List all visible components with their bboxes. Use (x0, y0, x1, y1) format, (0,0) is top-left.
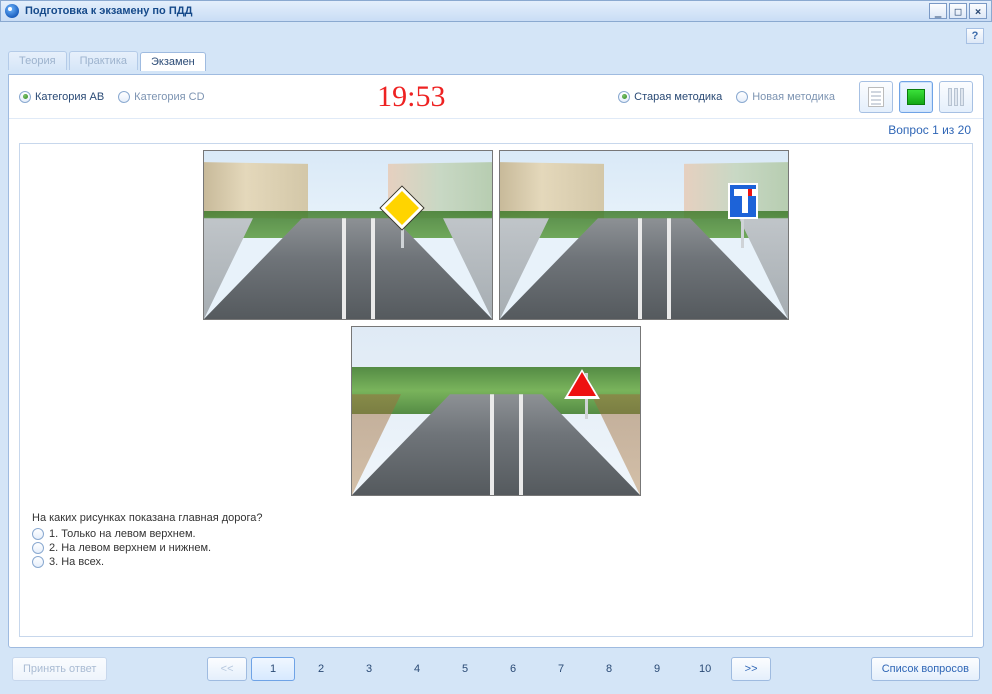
close-button[interactable]: × (969, 3, 987, 19)
view-image-button[interactable] (899, 81, 933, 113)
pager-page-6[interactable]: 6 (491, 657, 535, 681)
exam-timer: 19:53 (377, 80, 445, 114)
radio-label: Старая методика (634, 91, 722, 103)
view-document-button[interactable] (859, 81, 893, 113)
radio-method-old[interactable]: Старая методика (618, 91, 722, 103)
radio-category-cd[interactable]: Категория CD (118, 91, 204, 103)
question-image-1 (203, 150, 493, 320)
pager-page-1[interactable]: 1 (251, 657, 295, 681)
dead-end-sign-icon (728, 183, 758, 219)
pager-page-3[interactable]: 3 (347, 657, 391, 681)
answer-option-3[interactable]: 3. На всех. (32, 556, 962, 568)
pager-page-7[interactable]: 7 (539, 657, 583, 681)
exam-panel: Категория AB Категория CD 19:53 Старая м… (8, 74, 984, 648)
app-icon (5, 4, 19, 18)
answer-option-2[interactable]: 2. На левом верхнем и нижнем. (32, 542, 962, 554)
tab-practice[interactable]: Практика (69, 51, 138, 70)
answers: 1. Только на левом верхнем. 2. На левом … (30, 528, 962, 568)
question-image-2 (499, 150, 789, 320)
radio-dot-icon (118, 91, 130, 103)
green-square-icon (907, 89, 925, 105)
radio-dot-icon (32, 542, 44, 554)
pager-page-8[interactable]: 8 (587, 657, 631, 681)
radio-label: Категория AB (35, 91, 104, 103)
pager-page-2[interactable]: 2 (299, 657, 343, 681)
view-columns-button[interactable] (939, 81, 973, 113)
question-text: На каких рисунках показана главная дорог… (30, 506, 962, 528)
radio-label: Новая методика (752, 91, 835, 103)
question-area: На каких рисунках показана главная дорог… (19, 143, 973, 637)
question-list-button[interactable]: Список вопросов (871, 657, 980, 681)
radio-dot-icon (32, 556, 44, 568)
radio-method-new[interactable]: Новая методика (736, 91, 835, 103)
answer-label: 3. На всех. (49, 556, 104, 568)
document-icon (868, 87, 884, 107)
radio-dot-icon (32, 528, 44, 540)
radio-label: Категория CD (134, 91, 204, 103)
radio-dot-icon (736, 91, 748, 103)
top-controls: Категория AB Категория CD 19:53 Старая м… (9, 75, 983, 119)
tab-exam[interactable]: Экзамен (140, 52, 206, 71)
pager: << 1 2 3 4 5 6 7 8 9 10 >> (115, 657, 862, 681)
intersection-warning-sign-icon (564, 369, 600, 399)
method-group: Старая методика Новая методика (618, 91, 835, 103)
window-title: Подготовка к экзамену по ПДД (25, 5, 929, 17)
pager-page-9[interactable]: 9 (635, 657, 679, 681)
accept-answer-button[interactable]: Принять ответ (12, 657, 107, 681)
minimize-button[interactable]: _ (929, 3, 947, 19)
answer-label: 2. На левом верхнем и нижнем. (49, 542, 211, 554)
question-image-3 (351, 326, 641, 496)
radio-category-ab[interactable]: Категория AB (19, 91, 104, 103)
title-bar: Подготовка к экзамену по ПДД _ □ × (0, 0, 992, 22)
window-body: ? Теория Практика Экзамен Категория AB К… (0, 22, 992, 694)
pager-page-4[interactable]: 4 (395, 657, 439, 681)
view-buttons (859, 81, 973, 113)
bottom-bar: Принять ответ << 1 2 3 4 5 6 7 8 9 10 >>… (8, 652, 984, 686)
pager-page-5[interactable]: 5 (443, 657, 487, 681)
radio-dot-icon (618, 91, 630, 103)
pager-next-button[interactable]: >> (731, 657, 771, 681)
pager-prev-button[interactable]: << (207, 657, 247, 681)
window-buttons: _ □ × (929, 3, 987, 19)
maximize-button[interactable]: □ (949, 3, 967, 19)
columns-icon (948, 88, 964, 106)
question-counter: Вопрос 1 из 20 (9, 119, 983, 139)
tab-theory[interactable]: Теория (8, 51, 67, 70)
question-images (30, 150, 962, 496)
radio-dot-icon (19, 91, 31, 103)
help-button[interactable]: ? (966, 28, 984, 44)
pager-page-10[interactable]: 10 (683, 657, 727, 681)
tabs: Теория Практика Экзамен (8, 48, 984, 70)
answer-option-1[interactable]: 1. Только на левом верхнем. (32, 528, 962, 540)
answer-label: 1. Только на левом верхнем. (49, 528, 196, 540)
